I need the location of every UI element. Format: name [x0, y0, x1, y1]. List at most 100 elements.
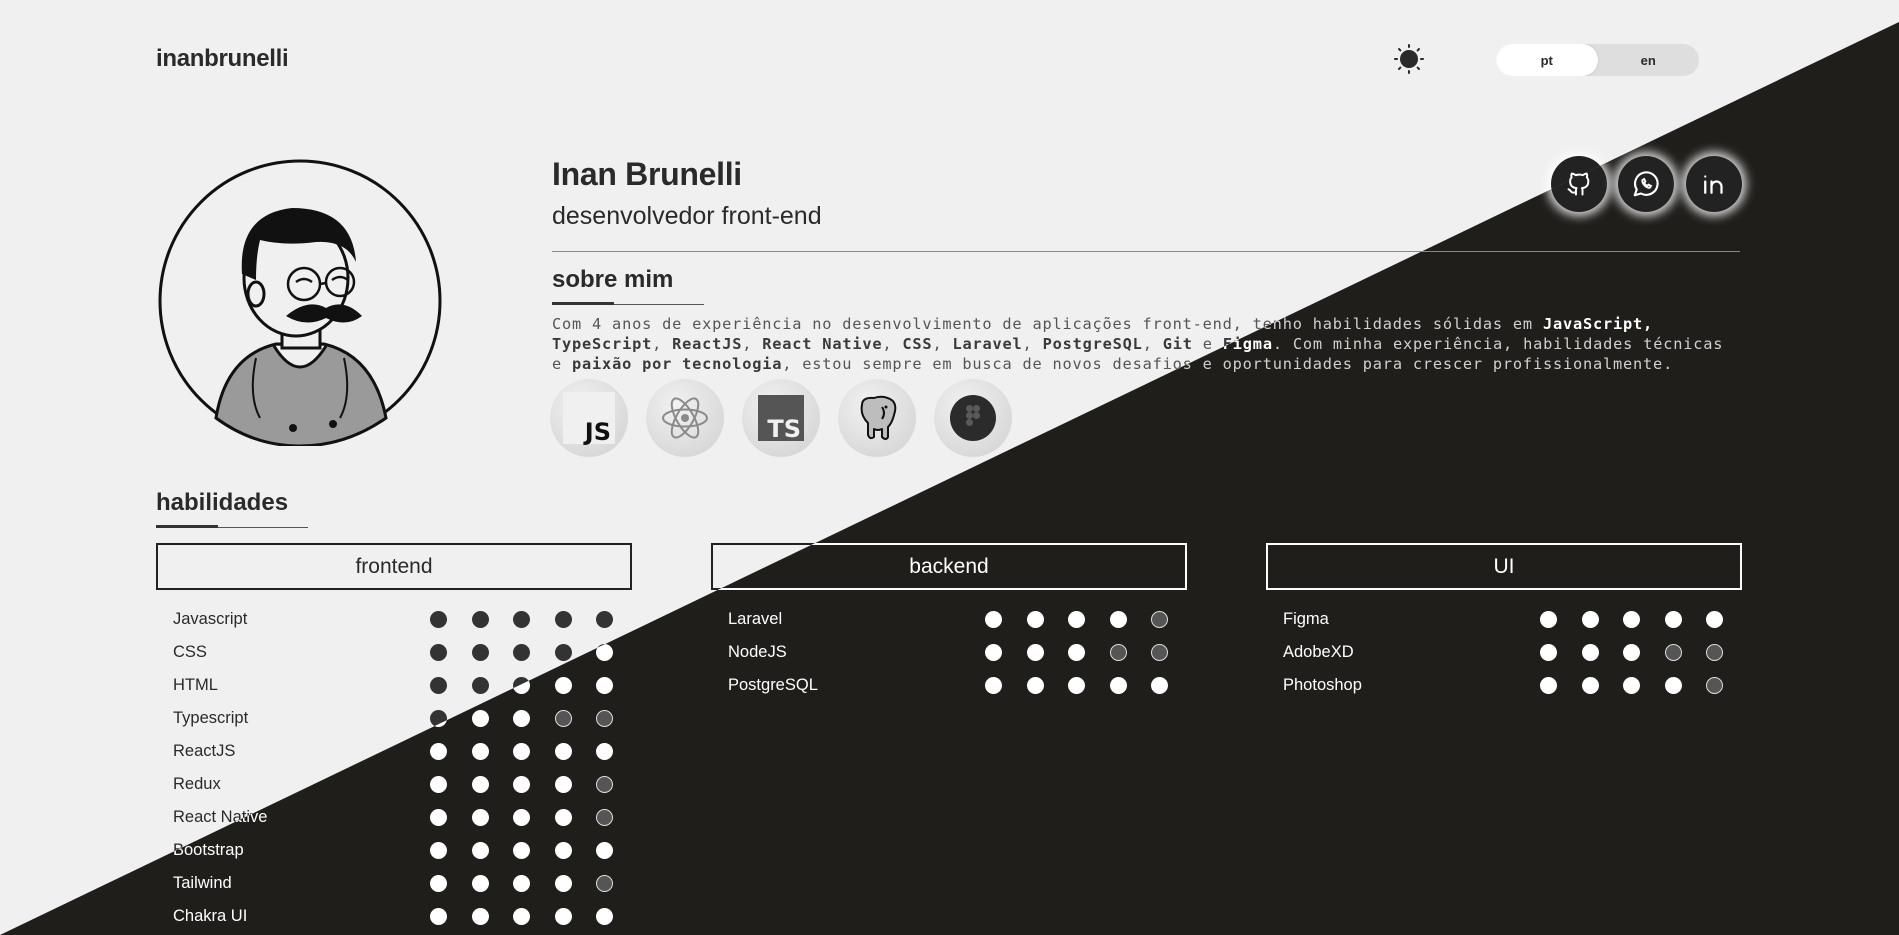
- level-dot-filled: [985, 644, 1002, 661]
- level-dot-filled: [1664, 611, 1682, 628]
- level-dot-filled: [596, 743, 613, 760]
- level-dot-empty: [596, 710, 613, 727]
- level-dot-filled: [471, 908, 489, 925]
- level-dot-filled: [471, 743, 489, 760]
- level-dot-filled: [554, 842, 572, 859]
- level-dot-filled: [471, 875, 489, 892]
- level-dot-filled: [1109, 677, 1127, 694]
- skill-level: [430, 809, 613, 826]
- skills-title-underline-accent: [156, 525, 218, 528]
- skill-level: [985, 611, 1168, 628]
- level-dot-filled: [513, 611, 530, 628]
- lang-option-en[interactable]: en: [1598, 44, 1700, 76]
- level-dot-filled: [596, 842, 613, 859]
- level-dot-filled: [1109, 611, 1127, 628]
- level-dot-filled: [1026, 644, 1044, 661]
- skill-name: NodeJS: [728, 643, 787, 661]
- level-dot-filled: [1068, 677, 1085, 694]
- level-dot-filled: [471, 710, 489, 727]
- level-dot-filled: [554, 776, 572, 793]
- level-dot-filled: [1664, 677, 1682, 694]
- level-dot-filled: [1623, 611, 1640, 628]
- level-dot-filled: [430, 875, 447, 892]
- lang-option-pt[interactable]: pt: [1496, 44, 1598, 76]
- skill-level: [985, 677, 1168, 694]
- level-dot-filled: [554, 644, 572, 661]
- level-dot-filled: [1540, 644, 1557, 661]
- level-dot-filled: [596, 908, 613, 925]
- level-dot-filled: [513, 875, 530, 892]
- level-dot-filled: [1623, 644, 1640, 661]
- skill-name: Photoshop: [1283, 676, 1362, 694]
- level-dot-filled: [430, 677, 447, 694]
- level-dot-filled: [1623, 677, 1640, 694]
- level-dot-filled: [554, 908, 572, 925]
- about-text-segment: Git: [1162, 335, 1193, 353]
- about-text-segment: CSS: [902, 335, 933, 353]
- level-dot-empty: [1151, 644, 1168, 661]
- level-dot-filled: [1026, 677, 1044, 694]
- level-dot-filled: [513, 776, 530, 793]
- level-dot-filled: [1540, 677, 1557, 694]
- linkedin-link-dark[interactable]: [1686, 156, 1742, 212]
- skill-level: [430, 908, 613, 925]
- level-dot-filled: [471, 677, 489, 694]
- profile-role: desenvolvedor front-end: [552, 202, 822, 230]
- skill-tab-frontend[interactable]: frontend: [156, 543, 632, 590]
- level-dot-filled: [554, 809, 572, 826]
- skill-level: [430, 842, 613, 859]
- level-dot-filled: [471, 809, 489, 826]
- brand-logo[interactable]: inanbrunelli: [156, 45, 289, 73]
- about-text-segment: ,: [1142, 335, 1163, 353]
- level-dot-filled: [471, 842, 489, 859]
- level-dot-filled: [985, 677, 1002, 694]
- whatsapp-icon-dark: [1633, 171, 1659, 197]
- skill-name: CSS: [173, 643, 207, 661]
- level-dot-empty: [1706, 677, 1723, 694]
- skill-name: Tailwind: [173, 874, 232, 892]
- tech-figma: [934, 379, 1012, 457]
- level-dot-filled: [513, 908, 530, 925]
- language-toggle[interactable]: pt en: [1496, 44, 1699, 76]
- skills-title: habilidades: [156, 489, 289, 516]
- level-dot-filled: [1581, 644, 1599, 661]
- skill-name: Figma: [1283, 610, 1329, 628]
- skill-name: Typescript: [173, 709, 249, 727]
- about-text-segment: ,: [652, 335, 673, 353]
- avatar: [158, 159, 442, 446]
- level-dot-empty: [1109, 644, 1127, 661]
- level-dot-filled: [513, 809, 530, 826]
- about-title: sobre mim: [552, 266, 674, 293]
- javascript-icon: JS: [563, 392, 615, 446]
- about-title-underline-accent: [552, 302, 614, 305]
- level-dot-filled: [430, 908, 447, 925]
- about-text-segment: ,: [742, 335, 763, 353]
- about-text-segment: ,: [1022, 335, 1043, 353]
- level-dot-filled: [471, 611, 489, 628]
- level-dot-filled: [554, 875, 572, 892]
- skill-name: PostgreSQL: [728, 676, 818, 694]
- react-icon: [662, 397, 708, 439]
- about-text-segment: ReactJS: [672, 335, 743, 353]
- level-dot-filled: [554, 743, 572, 760]
- level-dot-filled: [1540, 611, 1557, 628]
- level-dot-filled: [471, 644, 489, 661]
- skill-level: [430, 743, 613, 760]
- level-dot-filled: [430, 809, 447, 826]
- level-dot-filled: [1068, 644, 1085, 661]
- level-dot-filled: [513, 743, 530, 760]
- sun-icon[interactable]: [1394, 44, 1424, 74]
- skill-name: Redux: [173, 775, 221, 793]
- js-label: JS: [583, 418, 611, 446]
- skill-level: [985, 644, 1168, 661]
- whatsapp-link-dark[interactable]: [1618, 156, 1674, 212]
- level-dot-filled: [1151, 677, 1168, 694]
- about-text-segment: Laravel: [952, 335, 1023, 353]
- level-dot-filled: [1706, 611, 1723, 628]
- skill-level: [430, 611, 613, 628]
- skill-name: HTML: [173, 676, 218, 694]
- level-dot-empty: [596, 776, 613, 793]
- level-dot-filled: [554, 611, 572, 628]
- skill-tab-ui-dark[interactable]: UI: [1266, 543, 1742, 590]
- level-dot-empty: [1664, 644, 1682, 661]
